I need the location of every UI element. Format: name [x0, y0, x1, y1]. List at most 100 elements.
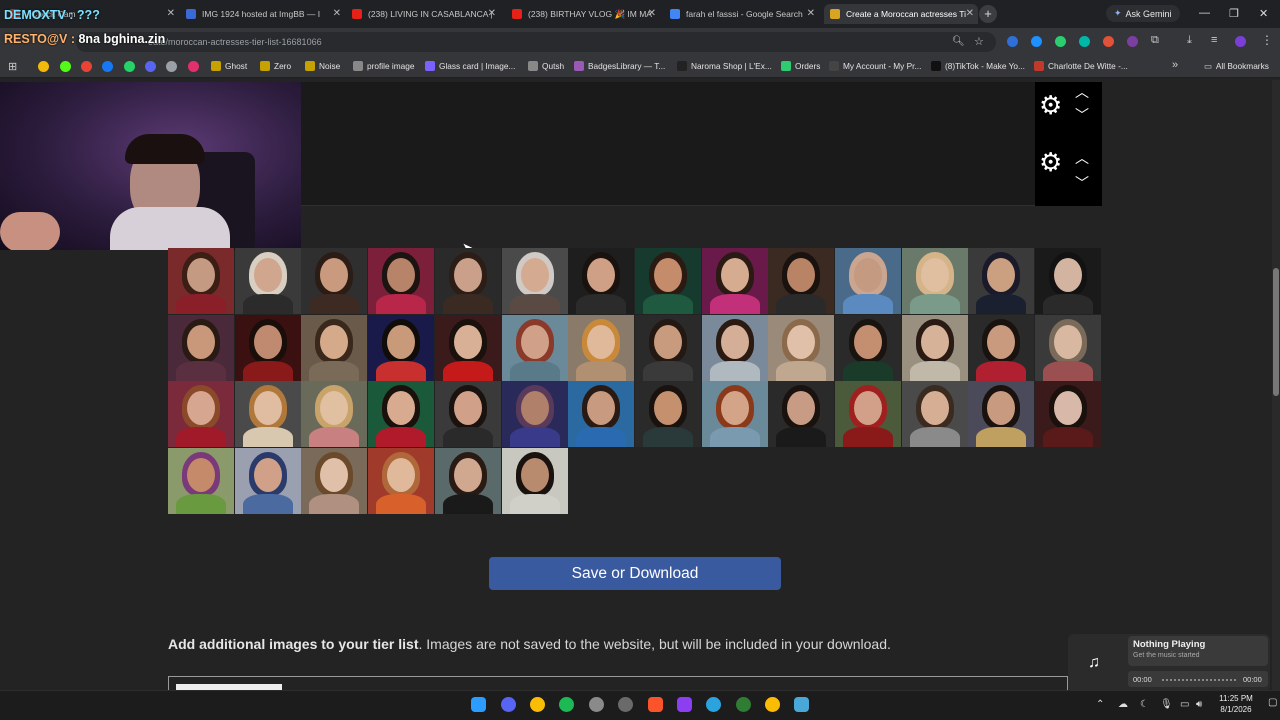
bookmark-item[interactable]: Glass card | Image...: [425, 61, 515, 71]
actress-thumbnail[interactable]: [168, 314, 234, 381]
obs-taskbar-icon[interactable]: [589, 697, 604, 712]
notification-icon[interactable]: ▢: [1268, 697, 1277, 708]
chrome-taskbar-icon[interactable]: [765, 697, 780, 712]
kick-icon[interactable]: [60, 61, 71, 72]
facebook-icon[interactable]: [102, 61, 113, 72]
restore-icon[interactable]: ❐: [1229, 7, 1239, 20]
actress-thumbnail[interactable]: [234, 314, 301, 381]
chevron-down-icon[interactable]: ﹀: [1075, 108, 1089, 122]
gmail-icon[interactable]: [81, 61, 92, 72]
actress-thumbnail[interactable]: [1035, 248, 1102, 314]
zoom-icon[interactable]: 🔍︎: [952, 36, 965, 47]
tab-close-icon[interactable]: ✕: [167, 8, 175, 19]
actress-thumbnail[interactable]: [968, 248, 1035, 314]
actress-thumbnail[interactable]: [434, 448, 501, 515]
gear-icon[interactable]: ⚙: [1039, 149, 1062, 175]
tab-5[interactable]: Create a Moroccan actresses Ti ✕: [824, 4, 978, 24]
actress-thumbnail[interactable]: [501, 248, 568, 314]
save-download-button[interactable]: Save or Download: [489, 557, 781, 590]
actress-thumbnail[interactable]: [368, 248, 435, 314]
bookmark-star-icon[interactable]: ☆: [974, 35, 984, 48]
app-taskbar-icon[interactable]: [677, 697, 692, 712]
instagram-icon[interactable]: [188, 61, 199, 72]
new-tab-button[interactable]: +: [979, 5, 997, 23]
actress-thumbnail[interactable]: [634, 248, 701, 314]
actress-thumbnail[interactable]: [501, 314, 568, 381]
actress-thumbnail[interactable]: [168, 381, 234, 448]
actress-thumbnail[interactable]: [634, 381, 701, 448]
playback-progress[interactable]: [1162, 679, 1236, 681]
extensions-puzzle-icon[interactable]: ⧉: [1151, 34, 1159, 47]
close-window-icon[interactable]: ✕: [1259, 7, 1268, 20]
actress-thumbnail[interactable]: [901, 248, 968, 314]
discord-taskbar-icon[interactable]: [501, 697, 516, 712]
actress-thumbnail[interactable]: [501, 448, 568, 515]
actress-thumbnail[interactable]: [901, 314, 968, 381]
actress-thumbnail[interactable]: [634, 314, 701, 381]
tab-4[interactable]: farah el fasssi - Google Search ✕: [664, 4, 819, 24]
actress-thumbnail[interactable]: [768, 381, 835, 448]
actress-thumbnail[interactable]: [368, 381, 435, 448]
actress-thumbnail[interactable]: [301, 381, 368, 448]
actress-thumbnail[interactable]: [301, 248, 368, 314]
extension-icon[interactable]: [1127, 36, 1138, 47]
download-icon[interactable]: ⤓: [1187, 34, 1192, 47]
address-bar[interactable]: eate/moroccan-actresses-tier-list-166810…: [76, 32, 996, 52]
gear-icon[interactable]: ⚙: [1039, 92, 1062, 118]
actress-thumbnail[interactable]: [368, 448, 435, 515]
actress-thumbnail[interactable]: [968, 381, 1035, 448]
bookmark-item[interactable]: Orders: [781, 61, 820, 71]
app-taskbar-icon[interactable]: [618, 697, 633, 712]
clock-date[interactable]: 8/1/2026: [1214, 705, 1258, 714]
actress-thumbnail[interactable]: [901, 381, 968, 448]
actress-thumbnail[interactable]: [835, 381, 901, 448]
actress-thumbnail[interactable]: [234, 248, 301, 314]
tray-chevron-icon[interactable]: ⌃: [1096, 699, 1104, 710]
app-taskbar-icon[interactable]: [794, 697, 809, 712]
scrollbar-thumb[interactable]: [1273, 268, 1279, 396]
binance-icon[interactable]: [38, 61, 49, 72]
reading-list-icon[interactable]: ≡: [1211, 34, 1217, 46]
extension-icon[interactable]: [1055, 36, 1066, 47]
microphone-icon[interactable]: 🎙︎: [1160, 699, 1173, 710]
actress-thumbnail[interactable]: [301, 448, 368, 515]
actress-thumbnail[interactable]: [501, 381, 568, 448]
all-bookmarks-folder[interactable]: ▭ All Bookmarks: [1204, 61, 1269, 71]
chatgpt-icon[interactable]: [166, 61, 177, 72]
tray-app-icon[interactable]: ☾: [1140, 699, 1149, 710]
bookmark-item[interactable]: My Account - My Pr...: [829, 61, 921, 71]
extension-icon[interactable]: [1079, 36, 1090, 47]
more-bookmarks-chevron-icon[interactable]: »: [1172, 59, 1178, 71]
music-note-icon[interactable]: ♫: [1088, 654, 1100, 672]
extension-icon[interactable]: [1031, 36, 1042, 47]
apps-grid-icon[interactable]: ⊞: [8, 60, 17, 73]
actress-thumbnail[interactable]: [768, 248, 835, 314]
profile-avatar[interactable]: [1235, 36, 1246, 47]
actress-thumbnail[interactable]: [234, 448, 301, 515]
bookmark-item[interactable]: Zero: [260, 61, 291, 71]
tray-app-icon[interactable]: ☁: [1118, 699, 1128, 710]
tab-close-icon[interactable]: ✕: [648, 8, 656, 19]
actress-thumbnail[interactable]: [835, 248, 901, 314]
bookmark-item[interactable]: Ghost: [211, 61, 247, 71]
actress-thumbnail[interactable]: [701, 248, 768, 314]
tier-row[interactable]: [301, 139, 1035, 206]
bookmark-item[interactable]: BadgesLibrary — T...: [574, 61, 665, 71]
actress-thumbnail[interactable]: [434, 314, 501, 381]
chevron-up-icon[interactable]: ︿: [1075, 151, 1089, 165]
tab-close-icon[interactable]: ✕: [966, 8, 974, 19]
app-taskbar-icon[interactable]: [736, 697, 751, 712]
actress-thumbnail[interactable]: [568, 248, 635, 314]
windows-start-icon[interactable]: [471, 697, 486, 712]
volume-icon[interactable]: 🔊︎: [1196, 699, 1202, 710]
actress-thumbnail[interactable]: [1035, 381, 1102, 448]
actress-thumbnail[interactable]: [568, 314, 635, 381]
clock-time[interactable]: 11:25 PM: [1216, 694, 1256, 703]
actress-thumbnail[interactable]: [701, 381, 768, 448]
tab-close-icon[interactable]: ✕: [488, 8, 496, 19]
actress-thumbnail[interactable]: [368, 314, 435, 381]
tab-2[interactable]: (238) LIVING IN CASABLANCA | ✕: [346, 4, 500, 24]
tab-3[interactable]: (238) BIRTHAY VLOG 🎉 IM MA ✕: [506, 4, 660, 24]
network-icon[interactable]: ▭: [1180, 699, 1189, 710]
minimize-icon[interactable]: —: [1199, 7, 1210, 19]
